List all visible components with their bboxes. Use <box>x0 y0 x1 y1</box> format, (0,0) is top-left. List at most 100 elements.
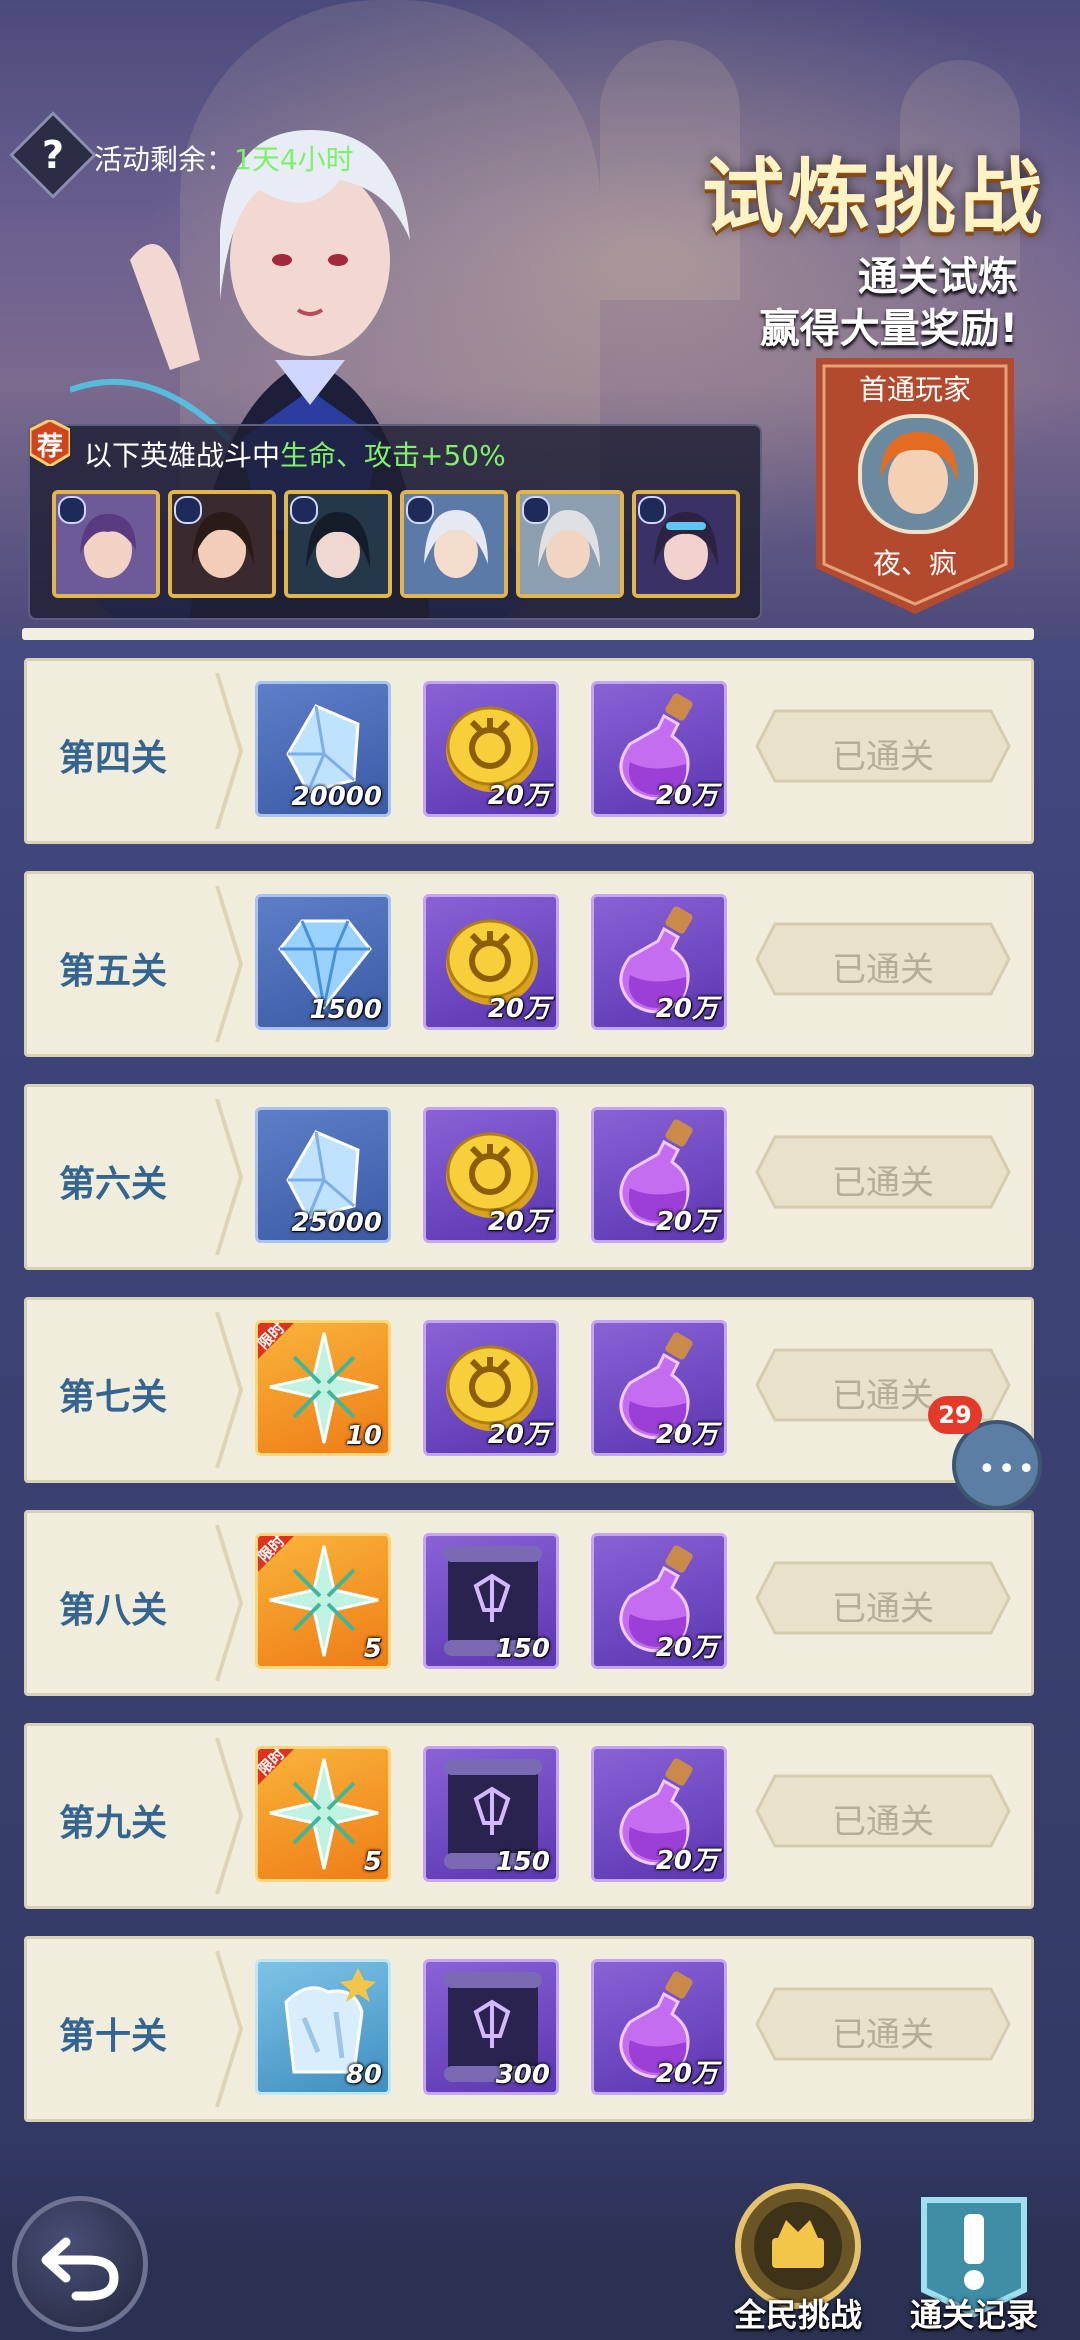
stage-divider <box>215 672 244 830</box>
cleared-status-label: 已通关 <box>832 737 934 777</box>
reward-item[interactable]: 20万 <box>591 1533 727 1669</box>
reward-quantity: 20万 <box>487 781 550 811</box>
reward-quantity: 5 <box>363 1634 382 1664</box>
element-icon <box>290 496 318 524</box>
reward-quantity: 1500 <box>309 995 382 1025</box>
reward-item[interactable]: 20万 <box>591 1107 727 1243</box>
cleared-status-label: 已通关 <box>832 1163 934 1203</box>
limited-time-tag: 限时 <box>258 1323 314 1383</box>
reward-item[interactable]: 80 <box>255 1959 391 2095</box>
reward-quantity: 20万 <box>487 1420 550 1450</box>
reward-quantity: 25000 <box>291 1208 382 1238</box>
reward-item[interactable]: 25000 <box>255 1107 391 1243</box>
reward-item[interactable]: 20万 <box>423 1107 559 1243</box>
reward-item[interactable]: 20万 <box>591 1746 727 1882</box>
reward-quantity: 20万 <box>487 994 550 1024</box>
stage-divider <box>215 1737 244 1895</box>
activity-remaining-value: 1天4小时 <box>234 143 354 176</box>
reward-quantity: 300 <box>495 2060 550 2090</box>
recommended-hero-2[interactable] <box>168 490 276 598</box>
element-icon <box>406 496 434 524</box>
element-icon <box>522 496 550 524</box>
reward-quantity: 20万 <box>655 2059 718 2089</box>
reward-item[interactable]: 20000 <box>255 681 391 817</box>
limited-time-tag: 限时 <box>258 1536 314 1596</box>
stage-name: 第九关 <box>59 1803 168 1844</box>
activity-remaining: 活动剩余：1天4小时 <box>94 138 354 178</box>
stage-row: 第五关 1500 20万 20万 已通关 <box>24 871 1034 1057</box>
help-icon[interactable]: ? <box>22 124 84 186</box>
stage-divider <box>215 1524 244 1682</box>
reward-quantity: 20万 <box>655 1420 718 1450</box>
back-arrow-icon[interactable] <box>36 2220 126 2310</box>
stage-divider <box>215 1098 244 1256</box>
all-challenge-button[interactable]: 全民挑战 <box>708 2290 888 2336</box>
first-clear-player-name: 夜、疯 <box>872 547 957 580</box>
reward-quantity: 20000 <box>291 782 382 812</box>
cleared-status-label: 已通关 <box>832 2015 934 2055</box>
first-clear-label: 首通玩家 <box>858 373 971 406</box>
reward-item[interactable]: 20万 <box>423 681 559 817</box>
reward-item[interactable]: 20万 <box>591 681 727 817</box>
stage-name: 第四关 <box>59 738 168 779</box>
reward-item[interactable]: 20万 <box>423 1320 559 1456</box>
reward-item[interactable]: 限时 5 <box>255 1746 391 1882</box>
reward-item[interactable]: 150 <box>423 1746 559 1882</box>
stage-divider <box>215 885 244 1043</box>
stage-row: 第九关 限时 5 150 20万 已通关 <box>24 1723 1034 1909</box>
reward-item[interactable]: 20万 <box>591 894 727 1030</box>
event-banner: ? 活动剩余：1天4小时 试炼挑战 通关试炼 赢得大量奖励! 首通玩家 夜、疯 … <box>0 0 1080 640</box>
reward-quantity: 10 <box>345 1421 382 1451</box>
stage-name: 第七关 <box>59 1377 168 1418</box>
cleared-status-label: 已通关 <box>832 1589 934 1629</box>
reward-quantity: 150 <box>495 1847 550 1877</box>
reward-item[interactable]: 20万 <box>423 894 559 1030</box>
element-icon <box>638 496 666 524</box>
reward-quantity: 20万 <box>655 1846 718 1876</box>
reward-quantity: 20万 <box>655 781 718 811</box>
reward-item[interactable]: 20万 <box>591 1959 727 2095</box>
element-icon <box>174 496 202 524</box>
stage-divider <box>215 1311 244 1469</box>
list-top-divider <box>22 628 1034 640</box>
recommend-text: 以下英雄战斗中生命、攻击+50% <box>84 434 506 474</box>
reward-item[interactable]: 1500 <box>255 894 391 1030</box>
chat-icon[interactable]: ••• <box>978 1452 1037 1487</box>
stage-name: 第六关 <box>59 1164 168 1205</box>
activity-remaining-label: 活动剩余： <box>94 143 235 176</box>
reward-item[interactable]: 150 <box>423 1533 559 1669</box>
subtitle-line2: 赢得大量奖励! <box>759 306 1018 352</box>
stage-name: 第十关 <box>59 2016 168 2057</box>
reward-item[interactable]: 300 <box>423 1959 559 2095</box>
stage-row: 第七关 限时 10 20万 20万 已通关 <box>24 1297 1034 1483</box>
reward-quantity: 20万 <box>487 1207 550 1237</box>
reward-quantity: 20万 <box>655 1633 718 1663</box>
stage-row: 第四关 20000 20万 20万 已通关 <box>24 658 1034 844</box>
page-title: 试炼挑战 <box>701 150 1046 245</box>
first-clear-avatar[interactable] <box>858 414 978 534</box>
reward-quantity: 80 <box>345 2060 382 2090</box>
stage-row: 第八关 限时 5 150 20万 已通关 <box>24 1510 1034 1696</box>
limited-time-tag: 限时 <box>258 1749 314 1809</box>
reward-quantity: 20万 <box>655 1207 718 1237</box>
stage-row: 第六关 25000 20万 20万 已通关 <box>24 1084 1034 1270</box>
reward-item[interactable]: 限时 10 <box>255 1320 391 1456</box>
stage-row: 第十关 80 300 20万 已通关 <box>24 1936 1034 2122</box>
stage-divider <box>215 1950 244 2108</box>
recommended-hero-4[interactable] <box>400 490 508 598</box>
recommended-hero-3[interactable] <box>284 490 392 598</box>
cleared-status-label: 已通关 <box>832 1802 934 1842</box>
reward-item[interactable]: 20万 <box>591 1320 727 1456</box>
reward-quantity: 150 <box>495 1634 550 1664</box>
recommend-text-bonus: 生命、攻击+50% <box>280 439 506 472</box>
recommended-hero-1[interactable] <box>52 490 160 598</box>
chat-unread-badge: 29 <box>928 1396 982 1434</box>
recommended-hero-5[interactable] <box>516 490 624 598</box>
element-icon <box>58 496 86 524</box>
reward-quantity: 20万 <box>655 994 718 1024</box>
subtitle-line1: 通关试炼 <box>858 254 1018 300</box>
reward-item[interactable]: 限时 5 <box>255 1533 391 1669</box>
recommended-hero-6[interactable] <box>632 490 740 598</box>
recommend-text-prefix: 以下英雄战斗中 <box>84 439 281 472</box>
clear-record-button[interactable]: 通关记录 <box>884 2290 1064 2336</box>
